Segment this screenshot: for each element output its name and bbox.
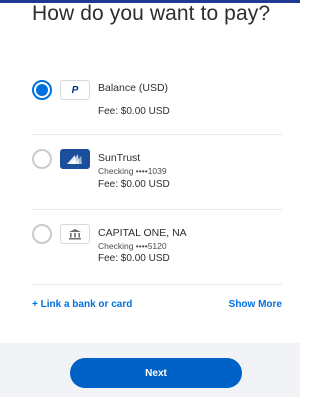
radio-unselected[interactable] [32, 149, 52, 169]
suntrust-logo-icon [60, 149, 90, 169]
radio-unselected[interactable] [32, 224, 52, 244]
next-button[interactable]: Next [70, 358, 242, 388]
payment-option-balance[interactable]: P Balance (USD) Fee: $0.00 USD [32, 79, 282, 129]
payment-option-name: Balance (USD) [98, 82, 169, 94]
payment-option-account: Checking ••••1039 [98, 166, 167, 176]
divider [32, 134, 282, 135]
payment-option-account: Checking ••••5120 [98, 241, 167, 251]
radio-selected[interactable] [32, 80, 52, 100]
payment-option-fee: Fee: $0.00 USD [98, 106, 170, 117]
divider [32, 284, 282, 285]
payment-option-fee: Fee: $0.00 USD [98, 253, 170, 264]
show-more-button[interactable]: Show More [229, 299, 282, 310]
payment-option-name: CAPITAL ONE, NA [98, 227, 187, 239]
payment-option-capital-one[interactable]: CAPITAL ONE, NA Checking ••••5120 Fee: $… [32, 224, 282, 274]
divider [32, 209, 282, 210]
bank-icon [60, 224, 90, 244]
link-bank-or-card-button[interactable]: + Link a bank or card [32, 299, 132, 310]
payment-option-fee: Fee: $0.00 USD [98, 179, 170, 190]
page-title: How do you want to pay? [32, 2, 271, 25]
payment-option-name: SunTrust [98, 152, 141, 164]
paypal-logo-icon: P [60, 80, 90, 100]
payment-option-suntrust[interactable]: SunTrust Checking ••••1039 Fee: $0.00 US… [32, 148, 282, 198]
